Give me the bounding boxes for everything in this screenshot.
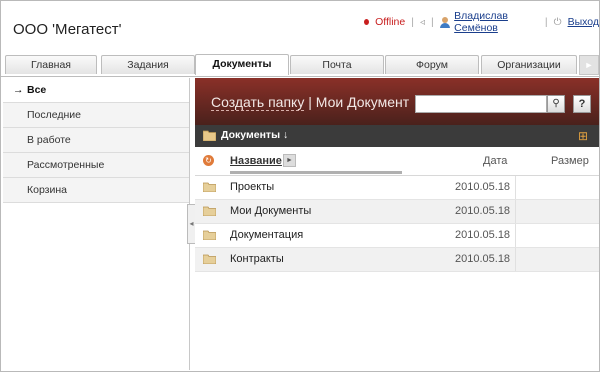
folder-toolbar: Создать папку | Мои Документ ⚲ ? xyxy=(195,78,599,125)
sidebar-item-label: Рассмотренные xyxy=(27,159,105,171)
separator: | xyxy=(411,16,414,28)
row-name: Проекты xyxy=(230,181,275,193)
separator: | xyxy=(431,16,434,28)
sort-icon[interactable]: ↻ xyxy=(203,155,214,166)
table-row[interactable]: Контракты 2010.05.18 xyxy=(195,248,599,272)
sidebar-item-label: Все xyxy=(27,84,47,96)
current-folder-label: Мои Документ xyxy=(315,94,410,110)
table-row[interactable]: Мои Документы 2010.05.18 xyxy=(195,200,599,224)
column-name[interactable]: Название xyxy=(230,155,282,167)
column-menu-icon[interactable]: ► xyxy=(283,154,296,167)
column-date[interactable]: Дата xyxy=(483,155,507,167)
column-size[interactable]: Размер xyxy=(551,155,589,167)
tree-icon[interactable]: ⊞ xyxy=(578,129,588,143)
status-offline[interactable]: Offline xyxy=(375,16,405,28)
create-folder-link[interactable]: Создать папку xyxy=(211,94,305,111)
tab-organizations[interactable]: Организации xyxy=(481,55,577,74)
loading-bar xyxy=(230,171,402,174)
row-name: Документация xyxy=(230,229,304,241)
app-window: ООО 'Мегатест' Offline | ◃ | Владислав С… xyxy=(0,0,600,372)
arrow-right-icon: → xyxy=(13,84,24,96)
row-name: Мои Документы xyxy=(230,205,312,217)
column-divider xyxy=(515,200,516,223)
documents-list: Проекты 2010.05.18 Мои Документы 2010.05… xyxy=(195,176,599,272)
folder-icon xyxy=(203,130,216,141)
status-dot-icon xyxy=(364,19,370,25)
tabs-more-icon[interactable]: ► xyxy=(579,55,599,75)
column-divider xyxy=(515,248,516,271)
user-name-link[interactable]: Владислав Семёнов xyxy=(454,10,539,34)
main-tabs: Главная Задания Документы Почта Форум Ор… xyxy=(5,54,599,75)
sidebar-item-reviewed[interactable]: Рассмотренные xyxy=(3,153,189,178)
user-icon xyxy=(439,16,451,28)
separator: | xyxy=(544,16,548,28)
logout-link[interactable]: Выход xyxy=(568,16,599,28)
row-name: Контракты xyxy=(230,253,284,265)
column-divider xyxy=(515,176,516,199)
sidebar: → Все Последние В работе Рассмотренные К… xyxy=(3,78,190,370)
help-button[interactable]: ? xyxy=(573,95,591,113)
tab-home[interactable]: Главная xyxy=(5,55,97,74)
folder-icon xyxy=(203,206,216,216)
title-separator: | xyxy=(308,94,312,110)
tab-forum[interactable]: Форум xyxy=(385,55,479,74)
documents-panel: Создать папку | Мои Документ ⚲ ? Докумен… xyxy=(195,78,599,370)
power-icon[interactable]: ⏻ xyxy=(554,17,562,28)
tab-mail[interactable]: Почта xyxy=(290,55,384,74)
row-date: 2010.05.18 xyxy=(455,181,511,193)
sidebar-item-label: Последние xyxy=(27,109,82,121)
table-header: ↻ Название ► Дата Размер xyxy=(195,147,599,176)
search-input[interactable] xyxy=(415,95,547,113)
tab-divider xyxy=(1,76,599,77)
tab-documents[interactable]: Документы xyxy=(195,54,289,75)
speaker-icon[interactable]: ◃ xyxy=(420,17,425,28)
documents-dropdown[interactable]: Документы ↓ xyxy=(221,129,288,141)
search-icon[interactable]: ⚲ xyxy=(547,95,565,113)
row-date: 2010.05.18 xyxy=(455,205,511,217)
folder-title: Создать папку | Мои Документ xyxy=(211,94,410,111)
sidebar-item-label: В работе xyxy=(27,134,71,146)
sidebar-item-label: Корзина xyxy=(27,184,67,196)
folder-icon xyxy=(203,254,216,264)
sidebar-item-in-progress[interactable]: В работе xyxy=(3,128,189,153)
folder-icon xyxy=(203,230,216,240)
table-row[interactable]: Документация 2010.05.18 xyxy=(195,224,599,248)
sidebar-item-trash[interactable]: Корзина xyxy=(3,178,189,203)
row-date: 2010.05.18 xyxy=(455,253,511,265)
tab-tasks[interactable]: Задания xyxy=(101,55,195,74)
sidebar-item-recent[interactable]: Последние xyxy=(3,103,189,128)
user-status-bar: Offline | ◃ | Владислав Семёнов | ⏻ Выхо… xyxy=(364,10,599,34)
row-date: 2010.05.18 xyxy=(455,229,511,241)
folder-icon xyxy=(203,182,216,192)
documents-bar: Документы ↓ ⊞ xyxy=(195,125,599,147)
column-divider xyxy=(515,224,516,247)
table-row[interactable]: Проекты 2010.05.18 xyxy=(195,176,599,200)
sidebar-item-all[interactable]: → Все xyxy=(3,78,189,103)
company-title: ООО 'Мегатест' xyxy=(13,21,122,38)
